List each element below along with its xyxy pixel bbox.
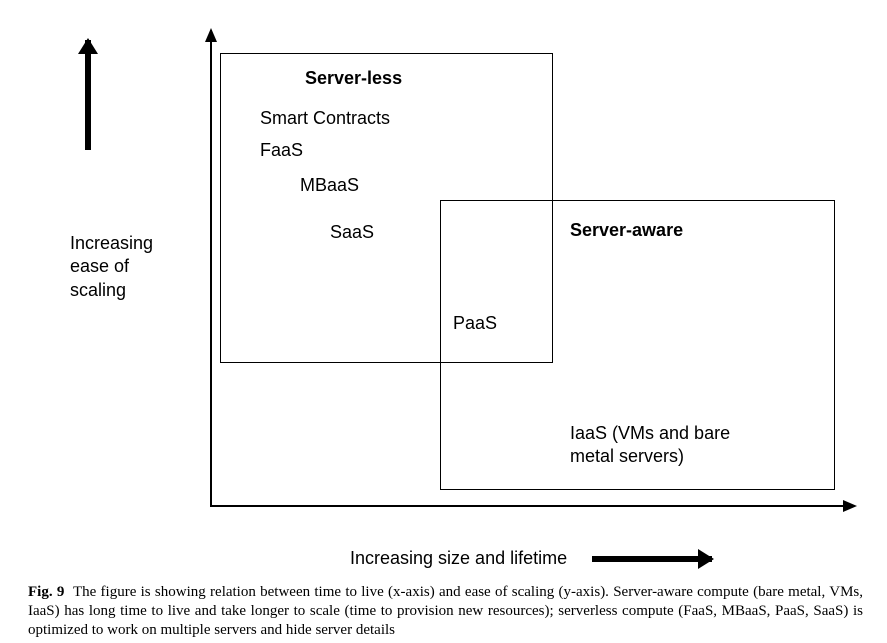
serverless-title: Server-less bbox=[305, 68, 402, 89]
y-axis-label-line1: Increasing bbox=[70, 232, 153, 255]
x-axis-label-text: Increasing size and lifetime bbox=[350, 548, 567, 569]
x-axis-label-container: Increasing size and lifetime bbox=[350, 548, 712, 569]
item-smart-contracts: Smart Contracts bbox=[260, 108, 390, 129]
figure-caption: Fig. 9 The figure is showing relation be… bbox=[28, 583, 863, 639]
y-axis-label: Increasing ease of scaling bbox=[70, 232, 153, 302]
item-iaas-line1: IaaS (VMs and bare bbox=[570, 422, 730, 445]
x-axis-arrowhead-icon bbox=[843, 500, 857, 512]
item-mbaas: MBaaS bbox=[300, 175, 359, 196]
chart-area: Server-less Smart Contracts FaaS MBaaS S… bbox=[155, 30, 855, 510]
item-faas: FaaS bbox=[260, 140, 303, 161]
item-paas: PaaS bbox=[453, 313, 497, 334]
x-axis-line bbox=[210, 505, 845, 507]
x-axis-thick-arrow-icon bbox=[592, 556, 712, 562]
y-axis-line bbox=[210, 30, 212, 505]
item-saas: SaaS bbox=[330, 222, 374, 243]
y-axis-label-line3: scaling bbox=[70, 279, 153, 302]
item-iaas-line2: metal servers) bbox=[570, 445, 730, 468]
caption-text: The figure is showing relation between t… bbox=[28, 584, 863, 638]
y-axis-label-line2: ease of bbox=[70, 255, 153, 278]
item-iaas: IaaS (VMs and bare metal servers) bbox=[570, 422, 730, 469]
y-axis-arrowhead-icon bbox=[205, 28, 217, 42]
y-axis-thick-arrow bbox=[85, 40, 91, 150]
serveraware-title: Server-aware bbox=[570, 220, 683, 241]
figure-number: Fig. 9 bbox=[28, 584, 64, 600]
